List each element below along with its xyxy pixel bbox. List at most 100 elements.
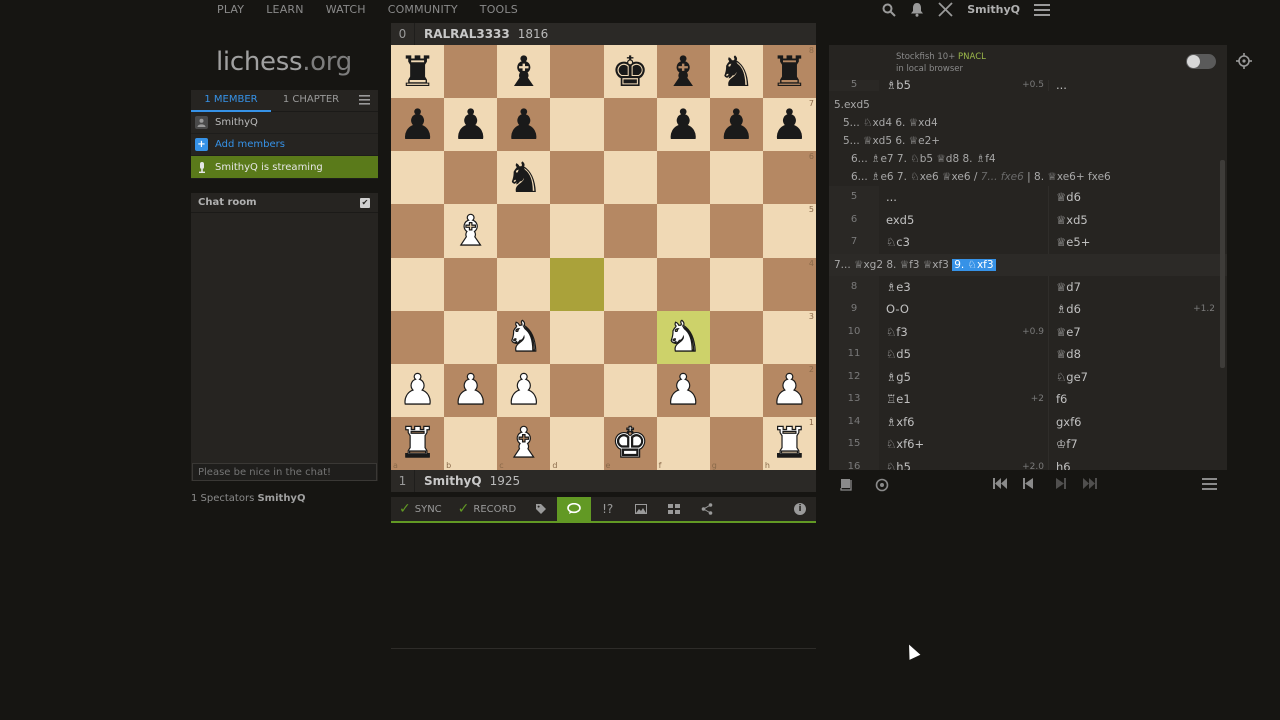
square-h4[interactable]: 4 bbox=[762, 257, 816, 311]
square-b2[interactable]: ♟ bbox=[444, 363, 498, 417]
add-members-button[interactable]: + Add members bbox=[191, 134, 378, 156]
black-bishop-icon[interactable]: ♝ bbox=[505, 50, 543, 93]
square-g1[interactable]: g bbox=[709, 416, 763, 470]
square-c1[interactable]: c ♝ bbox=[497, 416, 551, 470]
prev-move-icon[interactable] bbox=[1023, 478, 1034, 493]
variation-line[interactable]: 6... ♗e7 7. ♘b5 ♕d8 8. ♗f4 bbox=[829, 150, 1227, 168]
square-a7[interactable]: ♟ bbox=[391, 98, 445, 152]
annotation-button[interactable]: !? bbox=[591, 497, 624, 521]
square-a4[interactable] bbox=[391, 257, 445, 311]
move-white[interactable]: ♘xf6+ bbox=[879, 433, 1049, 456]
move-black[interactable]: ... bbox=[1049, 80, 1219, 91]
bell-icon[interactable] bbox=[910, 2, 924, 17]
square-a8[interactable]: ♜ bbox=[391, 45, 445, 99]
move-white[interactable]: ♘d5 bbox=[879, 343, 1049, 366]
move-white[interactable]: O-O bbox=[879, 298, 1049, 321]
square-e6[interactable] bbox=[603, 151, 657, 205]
square-e3[interactable] bbox=[603, 310, 657, 364]
square-c7[interactable]: ♟ bbox=[497, 98, 551, 152]
book-icon[interactable] bbox=[839, 478, 853, 495]
square-a1[interactable]: a ♜ bbox=[391, 416, 445, 470]
share-icon[interactable] bbox=[690, 497, 723, 521]
record-button[interactable]: ✓ RECORD bbox=[450, 497, 525, 521]
square-e2[interactable] bbox=[603, 363, 657, 417]
image-icon[interactable] bbox=[624, 497, 657, 521]
square-c4[interactable] bbox=[497, 257, 551, 311]
member-row[interactable]: SmithyQ bbox=[191, 112, 378, 134]
streaming-row[interactable]: SmithyQ is streaming bbox=[191, 156, 378, 179]
square-d6[interactable] bbox=[550, 151, 604, 205]
hamburger-icon[interactable] bbox=[1202, 478, 1217, 494]
square-c2[interactable]: ♟ bbox=[497, 363, 551, 417]
square-c5[interactable] bbox=[497, 204, 551, 258]
square-f3[interactable]: ♞ bbox=[656, 310, 710, 364]
white-bishop-icon[interactable]: ♝ bbox=[451, 209, 490, 252]
square-d4[interactable] bbox=[550, 257, 604, 311]
move-black[interactable]: h6 bbox=[1049, 456, 1219, 471]
move-white[interactable]: ♗g5 bbox=[879, 365, 1049, 388]
white-bishop-icon[interactable]: ♝ bbox=[504, 421, 543, 464]
white-pawn-icon[interactable]: ♟ bbox=[398, 368, 437, 411]
square-g6[interactable] bbox=[709, 151, 763, 205]
move-black[interactable]: ♕d6 bbox=[1049, 186, 1219, 209]
white-pawn-icon[interactable]: ♟ bbox=[770, 368, 809, 411]
square-e1[interactable]: e ♚ bbox=[603, 416, 657, 470]
black-pawn-icon[interactable]: ♟ bbox=[505, 103, 543, 146]
move-list-scrollbar[interactable] bbox=[1220, 160, 1225, 368]
nav-watch[interactable]: WATCH bbox=[326, 3, 366, 16]
chat-input[interactable] bbox=[192, 463, 377, 481]
move-black[interactable]: ♕d8 bbox=[1049, 343, 1219, 366]
swords-icon[interactable] bbox=[938, 2, 953, 17]
square-f4[interactable] bbox=[656, 257, 710, 311]
square-a6[interactable] bbox=[391, 151, 445, 205]
variation-line[interactable]: 5... ♕xd5 6. ♕e2+ bbox=[829, 132, 1227, 150]
user-menu[interactable]: SmithyQ bbox=[967, 3, 1020, 16]
hamburger-icon[interactable] bbox=[1034, 3, 1050, 16]
square-d8[interactable] bbox=[550, 45, 604, 99]
variation-line[interactable]: 6... ♗e6 7. ♘xe6 ♕xe6 / 7... fxe6 | 8. ♕… bbox=[829, 168, 1227, 186]
move-white[interactable]: ♖e1 +2 bbox=[879, 388, 1049, 411]
sync-button[interactable]: ✓ SYNC bbox=[391, 497, 450, 521]
square-c8[interactable]: ♝ bbox=[497, 45, 551, 99]
move-white[interactable]: ♘h5 +2.0 bbox=[879, 455, 1049, 470]
white-king-icon[interactable]: ♚ bbox=[611, 421, 650, 464]
square-g7[interactable]: ♟ bbox=[709, 98, 763, 152]
move-white[interactable]: ♘f3 +0.9 bbox=[879, 320, 1049, 343]
square-f2[interactable]: ♟ bbox=[656, 363, 710, 417]
black-bishop-icon[interactable]: ♝ bbox=[664, 50, 702, 93]
square-e5[interactable] bbox=[603, 204, 657, 258]
square-h1[interactable]: 1 h ♜ bbox=[762, 416, 816, 470]
search-icon[interactable] bbox=[882, 3, 896, 17]
grid-icon[interactable] bbox=[657, 497, 690, 521]
square-d7[interactable] bbox=[550, 98, 604, 152]
engine-toggle[interactable] bbox=[1186, 54, 1216, 69]
square-d1[interactable]: d bbox=[550, 416, 604, 470]
site-logo[interactable]: lichess.org bbox=[216, 47, 352, 77]
square-b1[interactable]: b bbox=[444, 416, 498, 470]
move-black[interactable]: ♔f7 bbox=[1049, 433, 1219, 456]
tag-icon[interactable] bbox=[524, 497, 557, 521]
square-h5[interactable]: 5 bbox=[762, 204, 816, 258]
square-f5[interactable] bbox=[656, 204, 710, 258]
black-pawn-icon[interactable]: ♟ bbox=[664, 103, 702, 146]
square-e7[interactable] bbox=[603, 98, 657, 152]
move-black[interactable]: gxf6 bbox=[1049, 411, 1219, 434]
spectator-name[interactable]: SmithyQ bbox=[257, 493, 305, 504]
move-white[interactable]: ♘c3 bbox=[879, 231, 1049, 254]
square-d3[interactable] bbox=[550, 310, 604, 364]
info-icon[interactable]: i bbox=[794, 503, 806, 515]
black-pawn-icon[interactable]: ♟ bbox=[771, 103, 809, 146]
black-pawn-icon[interactable]: ♟ bbox=[452, 103, 490, 146]
square-h3[interactable]: 3 bbox=[762, 310, 816, 364]
move-black[interactable]: ♗d6 +1.2 bbox=[1049, 298, 1219, 321]
square-b6[interactable] bbox=[444, 151, 498, 205]
black-rook-icon[interactable]: ♜ bbox=[399, 50, 437, 93]
black-knight-icon[interactable]: ♞ bbox=[505, 156, 543, 199]
player-name[interactable]: SmithyQ bbox=[424, 474, 482, 488]
move-white[interactable]: ♗xf6 bbox=[879, 410, 1049, 433]
black-rook-icon[interactable]: ♜ bbox=[771, 50, 809, 93]
square-g3[interactable] bbox=[709, 310, 763, 364]
move-black[interactable]: ♕e5+ bbox=[1049, 231, 1219, 254]
square-b8[interactable] bbox=[444, 45, 498, 99]
move-white[interactable]: exd5 bbox=[879, 208, 1049, 231]
